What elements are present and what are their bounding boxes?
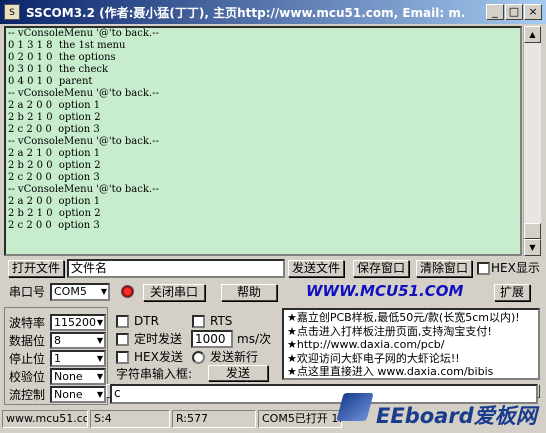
port-label: 串口号	[9, 285, 46, 299]
watermark-text: EEboard爱板网	[376, 404, 537, 428]
console-line: 2 b 2 1 0 option 2	[8, 208, 101, 219]
send-button[interactable]: 发送	[208, 365, 268, 381]
help-button[interactable]: 帮助	[221, 284, 277, 301]
console-text: -- vConsoleMenu '@'to back.-- 0 1 3 1 8 t…	[8, 28, 159, 232]
status-received: R:577	[172, 410, 256, 428]
send-file-button[interactable]: 发送文件	[288, 260, 344, 277]
interval-unit: ms/次	[237, 332, 271, 346]
dtr-label: DTR	[134, 314, 159, 328]
interval-input[interactable]: 1000	[191, 330, 233, 348]
send-newline-label: 发送新行	[210, 350, 259, 364]
console-line: 2 c 2 0 0 option 3	[8, 220, 100, 231]
status-site: www.mcu51.com	[2, 410, 88, 428]
promo-line[interactable]: ★欢迎访问大虾电子网的大虾论坛!!	[287, 352, 535, 366]
hex-display-label: HEX显示	[491, 261, 540, 275]
receive-console[interactable]: -- vConsoleMenu '@'to back.-- 0 1 3 1 8 t…	[4, 26, 522, 256]
promo-line[interactable]: ★http://www.daxia.com/pcb/	[287, 338, 535, 352]
chevron-down-icon[interactable]: ▼	[97, 316, 103, 329]
port-select[interactable]: COM5 ▼	[50, 283, 110, 301]
flow-value: None	[54, 388, 83, 401]
send-newline-checkbox[interactable]	[192, 351, 205, 364]
watermark-icon	[336, 393, 374, 421]
databits-label: 数据位	[9, 334, 46, 348]
promo-box: ★嘉立创PCB样板,最低50元/款(长宽5cm以内)! ★点击进入打样板注册页面…	[282, 308, 540, 380]
scroll-thumb[interactable]	[524, 223, 541, 239]
console-line: 0 1 3 1 8 the 1st menu	[8, 40, 126, 51]
scroll-down-icon[interactable]: ▼	[524, 239, 541, 256]
console-line: 0 4 0 1 0 parent	[8, 76, 93, 87]
hex-send-label: HEX发送	[134, 350, 183, 364]
baud-label: 波特率	[9, 316, 46, 330]
scroll-track[interactable]	[524, 43, 541, 223]
parity-value: None	[54, 370, 83, 383]
stopbits-select[interactable]: 1 ▼	[50, 350, 106, 367]
port-status-lamp-icon	[121, 285, 134, 298]
rts-checkbox[interactable]	[192, 315, 205, 328]
console-line: 2 a 2 0 0 option 1	[8, 100, 101, 111]
maximize-button[interactable]: □	[505, 4, 523, 20]
console-line: 2 a 2 0 0 option 1	[8, 196, 101, 207]
chevron-down-icon[interactable]: ▼	[97, 388, 103, 401]
filename-field[interactable]: 文件名	[67, 259, 285, 278]
chevron-down-icon[interactable]: ▼	[97, 370, 103, 383]
console-line: 2 a 2 1 0 option 1	[8, 148, 101, 159]
stopbits-label: 停止位	[9, 352, 46, 366]
title-bar: S SSCOM3.2 (作者:聂小猛(丁丁), 主页http://www.mcu…	[0, 0, 546, 24]
baud-select[interactable]: 115200 ▼	[50, 314, 106, 331]
stopbits-value: 1	[54, 352, 61, 365]
flow-select[interactable]: None ▼	[50, 386, 106, 403]
baud-value: 115200	[54, 316, 96, 329]
console-line: 0 2 0 1 0 the options	[8, 52, 116, 63]
parity-select[interactable]: None ▼	[50, 368, 106, 385]
chevron-down-icon[interactable]: ▼	[101, 285, 107, 299]
console-line: -- vConsoleMenu '@'to back.--	[8, 88, 159, 99]
promo-line[interactable]: ★点击进入打样板注册页面,支持淘宝支付!	[287, 325, 535, 339]
console-line: 2 b 2 1 0 option 2	[8, 112, 101, 123]
console-line: -- vConsoleMenu '@'to back.--	[8, 28, 159, 39]
timed-send-checkbox[interactable]	[116, 333, 129, 346]
hex-send-checkbox[interactable]	[116, 351, 129, 364]
chevron-down-icon[interactable]: ▼	[97, 334, 103, 347]
input-label: 字符串输入框:	[116, 367, 193, 381]
console-line: 2 c 2 0 0 option 3	[8, 172, 100, 183]
promo-line[interactable]: ★点这里直接进入 www.daxia.com/bibis	[287, 365, 535, 379]
parity-label: 校验位	[9, 370, 46, 384]
timed-send-label: 定时发送	[134, 332, 183, 346]
logo-text[interactable]: WWW.MCU51.COM	[306, 282, 463, 300]
console-line: -- vConsoleMenu '@'to back.--	[8, 136, 159, 147]
open-file-button[interactable]: 打开文件	[8, 260, 64, 277]
console-line: 2 b 2 0 0 option 2	[8, 160, 101, 171]
scroll-up-icon[interactable]: ▲	[524, 26, 541, 43]
app-icon[interactable]: S	[4, 4, 20, 20]
databits-value: 8	[54, 334, 61, 347]
port-value: COM5	[54, 285, 87, 298]
close-port-button[interactable]: 关闭串口	[143, 284, 205, 301]
window-title: SSCOM3.2 (作者:聂小猛(丁丁), 主页http://www.mcu51…	[26, 6, 466, 20]
status-port: COM5已打开 11	[258, 410, 342, 428]
close-button[interactable]: ×	[524, 4, 542, 20]
clear-window-button[interactable]: 清除窗口	[416, 260, 472, 277]
rts-label: RTS	[210, 314, 233, 328]
expand-button[interactable]: 扩展	[494, 284, 530, 301]
promo-line[interactable]: ★嘉立创PCB样板,最低50元/款(长宽5cm以内)!	[287, 311, 535, 325]
flow-label: 流控制	[9, 388, 46, 402]
chevron-down-icon[interactable]: ▼	[97, 352, 103, 365]
console-line: 0 3 0 1 0 the check	[8, 64, 109, 75]
dtr-checkbox[interactable]	[116, 315, 129, 328]
status-sent: S:4	[90, 410, 170, 428]
save-window-button[interactable]: 保存窗口	[353, 260, 409, 277]
console-scrollbar[interactable]: ▲ ▼	[523, 26, 541, 256]
hex-display-checkbox[interactable]	[477, 262, 490, 275]
databits-select[interactable]: 8 ▼	[50, 332, 106, 349]
console-line: -- vConsoleMenu '@'to back.--	[8, 184, 159, 195]
minimize-button[interactable]: _	[486, 4, 504, 20]
console-line: 2 c 2 0 0 option 3	[8, 124, 100, 135]
